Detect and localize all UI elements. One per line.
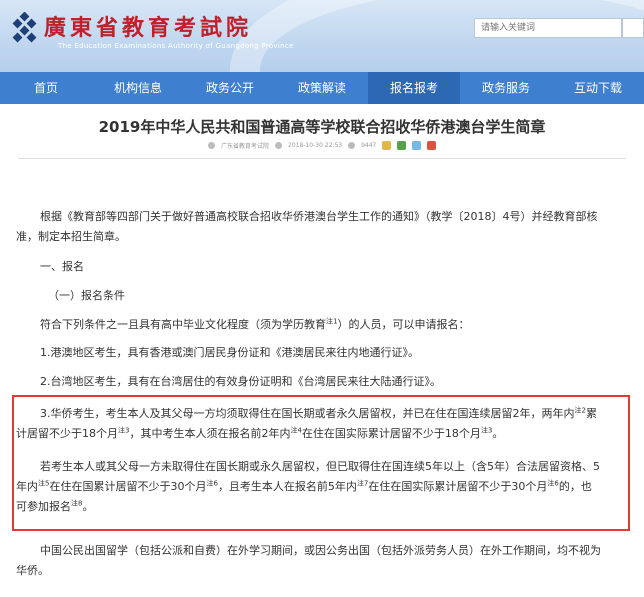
article-source: 广东省教育考试院: [221, 143, 270, 150]
nav-item-home[interactable]: 首页: [0, 72, 92, 104]
section-heading-registration: 一、报名: [40, 260, 84, 273]
article-date: 2018-10-30 22:53: [288, 142, 343, 149]
residence-text: 可参加报名: [16, 500, 71, 513]
paragraph-residence-line1: 若考生本人或其父母一方未取得住在国长期或永久居留权，但已取得住在国连续5年以上（…: [40, 460, 600, 473]
nav-item-policy-interpretation[interactable]: 政策解读: [276, 72, 368, 104]
footnote-ref[interactable]: 注6: [547, 479, 558, 487]
article-title: 2019年中华人民共和国普通高等学校联合招收华侨港澳台学生简章: [98, 118, 546, 136]
clock-icon: [275, 142, 283, 149]
overseas-text: 3.华侨考生，考生本人及其父母一方均须取得住在国长期或者永久居留权，并已在住在国…: [40, 407, 575, 420]
paragraph-taiwan: 2.台湾地区考生，具有在台湾居住的有效身份证明和《台湾居民来往大陆通行证》。: [40, 375, 441, 388]
overseas-text: 在住在国实际累计居留不少于18个月: [301, 427, 481, 440]
nav-item-interactive-download[interactable]: 互动下载: [552, 72, 644, 104]
paragraph-conditions: 符合下列条件之一且具有高中毕业文化程度（须为学历教育注1）的人员，可以申请报名：: [40, 315, 469, 335]
nav-item-org-info[interactable]: 机构信息: [92, 72, 184, 104]
eye-icon: [348, 142, 356, 149]
residence-text: 的，也: [558, 480, 592, 493]
paragraph-hk-macao: 1.港澳地区考生，具有香港或澳门居民身份证和《港澳居民来往内地通行证》。: [40, 346, 419, 359]
logo-icon[interactable]: [8, 12, 42, 46]
residence-text: 在住在国累计居留不少于30个月: [49, 480, 207, 493]
residence-text: 。: [82, 500, 94, 513]
search-button[interactable]: [622, 18, 644, 38]
article-views: 9447: [361, 142, 377, 149]
article-meta: 广东省教育考试院 2018-10-30 22:53 9447: [208, 141, 437, 150]
paragraph-intro-line1: 根据《教育部等四部门关于做好普通高校联合招收华侨港澳台学生工作的通知》（教学〔2…: [40, 210, 598, 223]
paragraph-residence-line2: 年内注5在住在国累计居留不少于30个月注6，且考生本人在报名前5年内注7在住在国…: [16, 477, 592, 497]
subsection-heading-conditions: （一）报名条件: [48, 289, 125, 302]
source-icon: [208, 142, 215, 149]
site-header: 廣東省教育考試院 The Education Examinations Auth…: [0, 0, 644, 72]
paragraph-residence-line3: 可参加报名注8。: [16, 497, 93, 517]
footnote-ref[interactable]: 注6: [206, 479, 217, 487]
paragraph-overseas-line1: 3.华侨考生，考生本人及其父母一方均须取得住在国长期或者永久居留权，并已在住在国…: [40, 404, 597, 424]
overseas-text: 计居留不少于18个月: [16, 427, 118, 440]
footnote-ref[interactable]: 注2: [575, 406, 586, 414]
footnote-ref[interactable]: 注3: [118, 426, 129, 434]
nav-item-registration[interactable]: 报名报考: [368, 72, 460, 104]
share-wechat-icon[interactable]: [397, 141, 407, 150]
conditions-text-end: ）的人员，可以申请报名：: [337, 318, 470, 331]
footnote-ref[interactable]: 注7: [357, 479, 368, 487]
paragraph-students-abroad-line1: 中国公民出国留学（包括公派和自费）在外学习期间，或因公务出国（包括外派劳务人员）…: [40, 544, 601, 557]
residence-text: 年内: [16, 480, 38, 493]
footnote-ref[interactable]: 注8: [71, 499, 82, 507]
footnote-ref[interactable]: 注3: [481, 426, 492, 434]
share-qq-icon[interactable]: [412, 141, 422, 150]
paragraph-intro-line2: 准，制定本招生简章。: [16, 230, 126, 243]
overseas-text: 累: [585, 407, 597, 420]
conditions-text: 符合下列条件之一且具有高中毕业文化程度（须为学历教育: [40, 318, 326, 331]
paragraph-students-abroad-line2: 华侨。: [16, 564, 49, 577]
site-subtitle: The Education Examinations Authority of …: [58, 42, 294, 50]
nav-item-gov-services[interactable]: 政务服务: [460, 72, 552, 104]
search-input[interactable]: [474, 18, 622, 38]
paragraph-overseas-line2: 计居留不少于18个月注3，其中考生本人须在报名前2年内注4在住在国实际累计居留不…: [16, 424, 503, 444]
residence-text: ，且考生本人在报名前5年内: [217, 480, 357, 493]
footnote-ref[interactable]: 注4: [290, 426, 301, 434]
residence-text: 在住在国实际累计居留不少于30个月: [368, 480, 548, 493]
main-nav: 首页 机构信息 政务公开 政策解读 报名报考 政务服务 互动下载: [0, 72, 644, 104]
overseas-text: ，其中考生本人须在报名前2年内: [129, 427, 291, 440]
footnote-ref[interactable]: 注1: [326, 317, 337, 325]
nav-item-gov-affairs-open[interactable]: 政务公开: [184, 72, 276, 104]
share-weibo-icon[interactable]: [427, 141, 437, 150]
share-qzone-icon[interactable]: [382, 141, 392, 150]
divider: [18, 158, 626, 159]
overseas-text: 。: [492, 427, 504, 440]
footnote-ref[interactable]: 注5: [38, 479, 49, 487]
site-title[interactable]: 廣東省教育考試院: [44, 10, 252, 42]
